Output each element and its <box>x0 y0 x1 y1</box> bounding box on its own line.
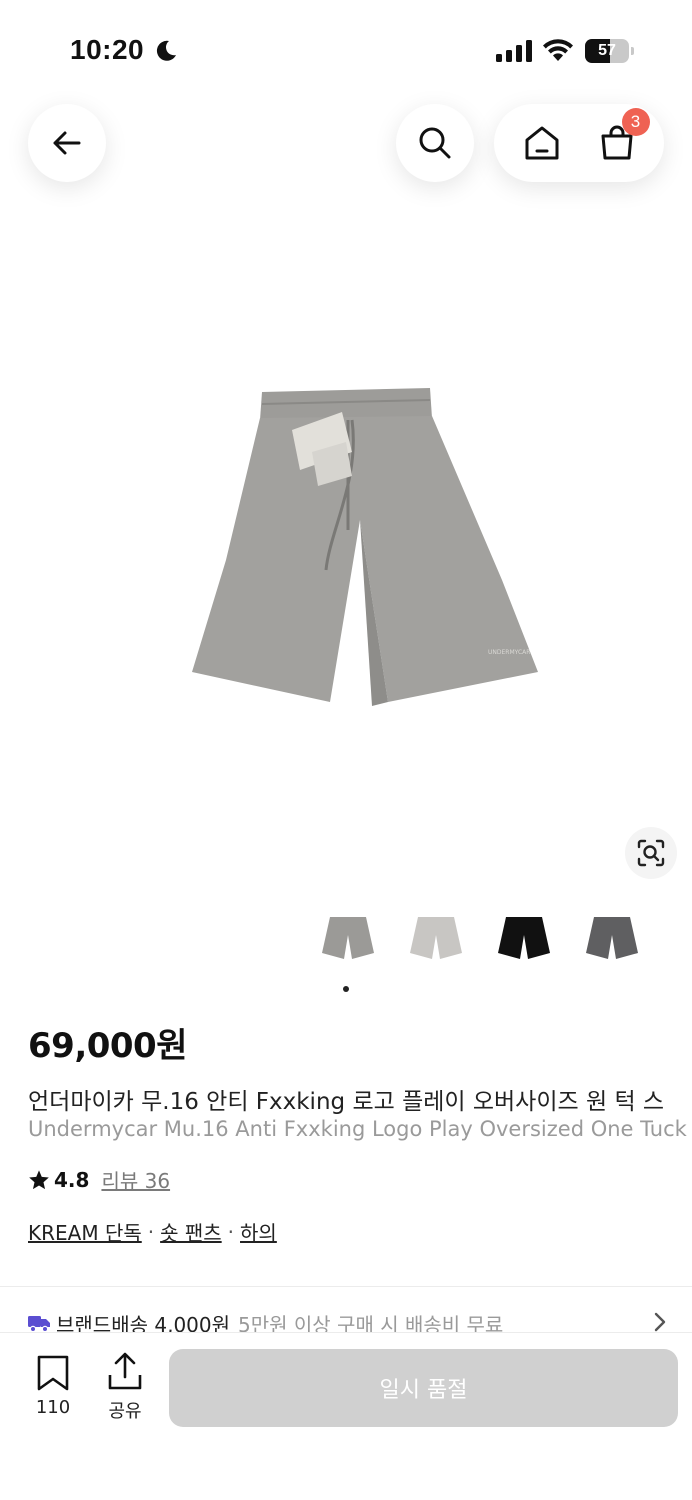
home-cart-group: 3 <box>494 104 664 182</box>
status-time: 10:20 <box>70 34 145 65</box>
rating-row: 4.8 리뷰 36 <box>28 1165 170 1194</box>
arrow-left-icon <box>53 131 81 155</box>
home-button[interactable] <box>517 118 567 168</box>
thumbnail[interactable] <box>404 905 468 969</box>
signal-icon <box>496 40 532 62</box>
bookmark-icon <box>37 1355 69 1391</box>
thumbnail[interactable] <box>580 905 644 969</box>
star-icon <box>29 1169 49 1189</box>
share-icon <box>108 1352 142 1390</box>
product-title-english: Undermycar Mu.16 Anti Fxxking Logo Play … <box>28 1117 687 1141</box>
divider <box>0 1286 692 1287</box>
product-image[interactable]: UNDERMYCAR <box>0 230 692 890</box>
lens-icon <box>637 839 665 867</box>
image-search-button[interactable] <box>625 827 677 879</box>
tag-short-pants[interactable]: 숏 팬츠 <box>160 1217 222 1246</box>
search-icon <box>419 127 451 159</box>
tag-kream-exclusive[interactable]: KREAM 단독 <box>28 1217 142 1246</box>
bookmark-button[interactable]: 110 <box>24 1355 82 1418</box>
battery-percent: 57 <box>598 42 616 59</box>
review-link[interactable]: 리뷰 36 <box>101 1165 170 1194</box>
thumbnail[interactable] <box>492 905 556 969</box>
bottom-action-bar: 110 공유 일시 품절 <box>0 1332 692 1500</box>
thumbnail[interactable] <box>316 905 380 969</box>
tag-separator: · <box>227 1219 235 1244</box>
category-tags: KREAM 단독 · 숏 팬츠 · 하의 <box>28 1217 277 1246</box>
wifi-icon <box>543 39 573 61</box>
truck-icon <box>28 1316 50 1332</box>
cart-button[interactable]: 3 <box>592 108 650 168</box>
search-button[interactable] <box>396 104 474 182</box>
back-button[interactable] <box>28 104 106 182</box>
page-indicator-dot <box>343 986 349 992</box>
share-button[interactable]: 공유 <box>96 1351 154 1423</box>
product-price: 69,000원 <box>28 1026 187 1066</box>
rating-score: 4.8 <box>54 1167 90 1192</box>
shorts-illustration: UNDERMYCAR <box>192 388 538 706</box>
status-bar: 10:20 57 <box>0 0 692 100</box>
share-label: 공유 <box>108 1401 142 1422</box>
cart-count-badge: 3 <box>621 108 650 136</box>
battery-icon: 57 <box>585 39 635 63</box>
tag-bottoms[interactable]: 하의 <box>240 1217 277 1246</box>
product-title-korean: 언더마이카 무.16 안티 Fxxking 로고 플레이 오버사이즈 원 턱 스 <box>28 1089 665 1115</box>
thumbnail-strip <box>0 905 692 975</box>
sold-out-button[interactable]: 일시 품절 <box>169 1349 678 1427</box>
bookmark-count: 110 <box>35 1397 71 1418</box>
home-icon <box>525 126 558 160</box>
chevron-right-icon <box>654 1312 666 1332</box>
tag-separator: · <box>147 1219 155 1244</box>
moon-icon <box>156 40 176 61</box>
svg-text:UNDERMYCAR: UNDERMYCAR <box>488 649 530 656</box>
